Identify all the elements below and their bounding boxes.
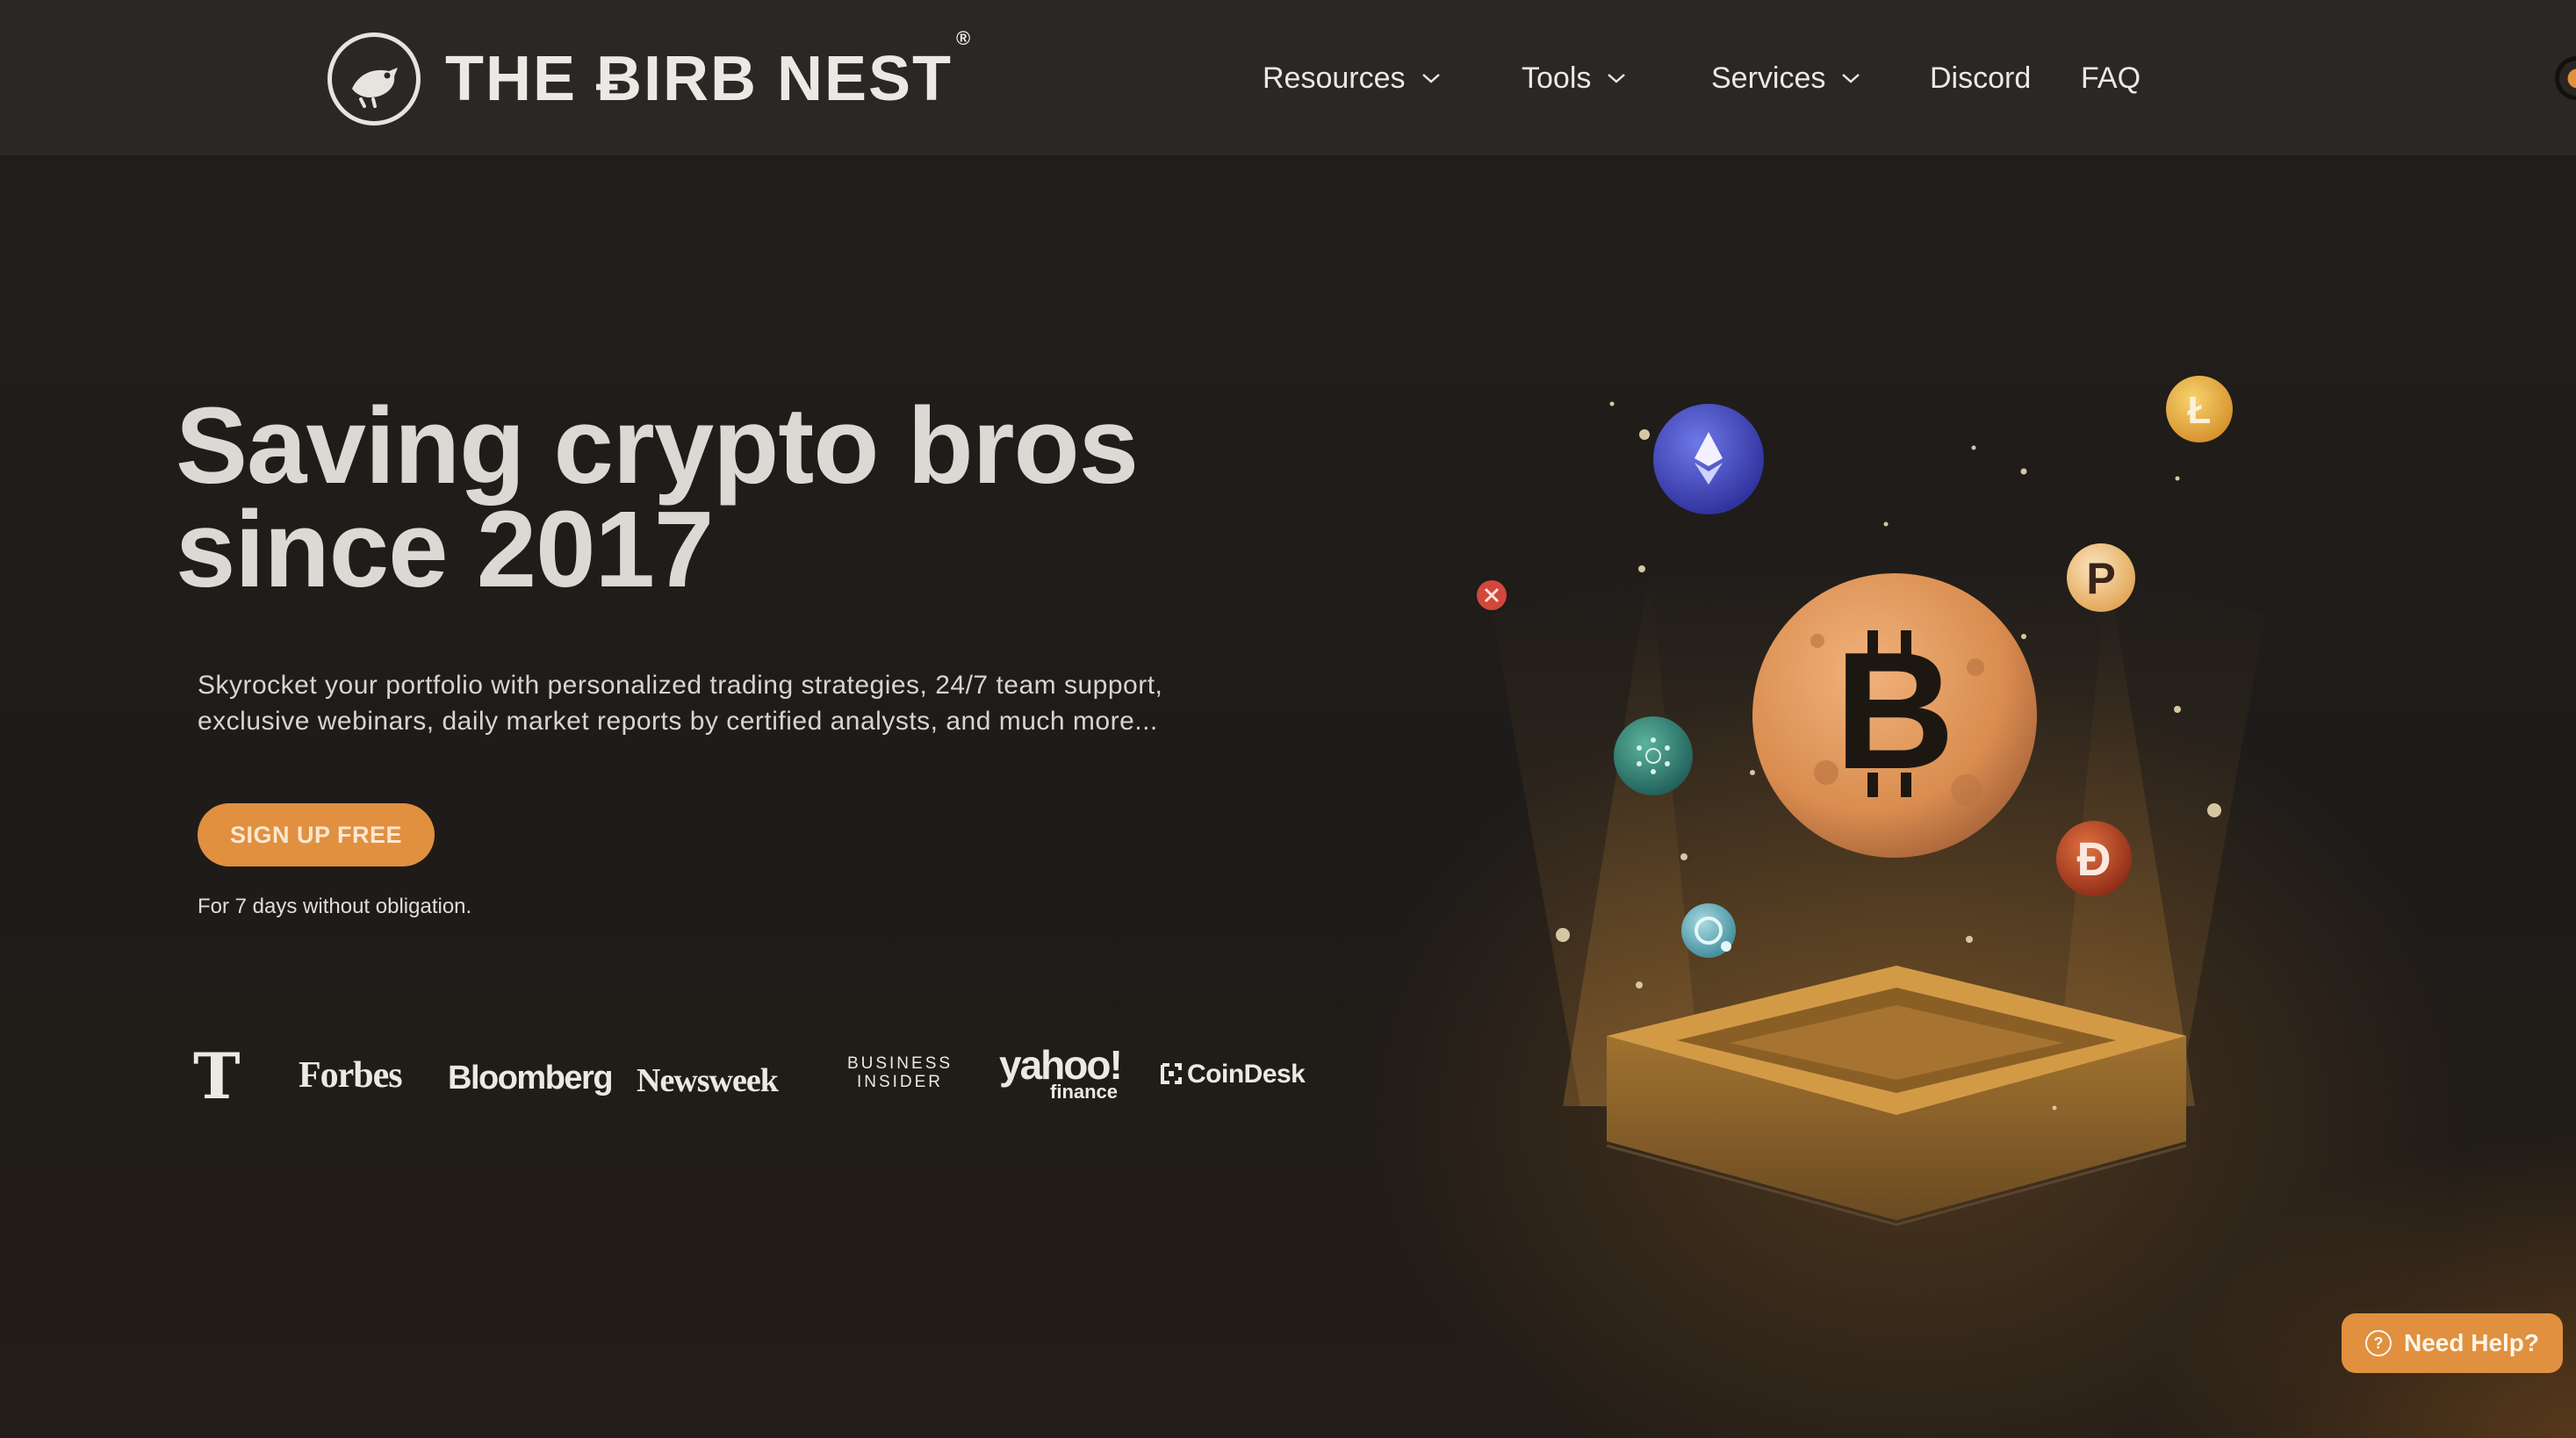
need-help-label: Need Help? xyxy=(2403,1329,2540,1356)
chevron-down-icon xyxy=(1421,74,1440,83)
nyt-logo: T xyxy=(193,1039,241,1113)
yahoo-finance-logo: yahoo! finance xyxy=(999,1045,1123,1103)
brand-name: THE ɃIRB NEST® xyxy=(445,27,973,114)
site-header: THE ɃIRB NEST® Resources Tools Services … xyxy=(0,0,2576,155)
litecoin-coin: Ł xyxy=(2166,376,2233,442)
bird-badge-icon xyxy=(327,32,421,126)
trial-note: For 7 days without obligation. xyxy=(198,895,472,918)
nav-resources[interactable]: Resources xyxy=(1263,61,1441,96)
sign-up-free-button[interactable]: SIGN UP FREE xyxy=(198,803,435,866)
bloomberg-logo: Bloomberg xyxy=(448,1060,614,1096)
nav-discord[interactable]: Discord xyxy=(1930,61,2031,96)
xrp-coin xyxy=(1477,580,1507,610)
chevron-down-icon xyxy=(1842,74,1860,83)
coindesk-logo: CoinDesk xyxy=(1159,1060,1306,1089)
teal-coin xyxy=(1681,903,1736,958)
nav-tools[interactable]: Tools xyxy=(1522,61,1626,96)
hero-title-line2: since 2017 xyxy=(176,490,714,610)
moon-icon xyxy=(2559,61,2576,96)
hero-subtitle-line2: exclusive webinars, daily market reports… xyxy=(198,707,1158,736)
chevron-down-icon xyxy=(1608,74,1626,83)
dogecoin-symbol: Ð xyxy=(2077,833,2112,886)
bitcoin-coin: B xyxy=(1752,573,2037,858)
cardano-coin xyxy=(1614,716,1693,795)
dogecoin-coin: Ð xyxy=(2056,821,2132,896)
litecoin-symbol: Ł xyxy=(2188,389,2212,432)
hero-subtitle: Skyrocket your portfolio with personaliz… xyxy=(198,667,1251,739)
bitcoin-symbol: B xyxy=(1834,618,1954,804)
business-insider-logo: BUSINESS INSIDER xyxy=(838,1054,961,1091)
business-insider-line1: BUSINESS xyxy=(846,1054,953,1073)
ethereum-coin xyxy=(1653,404,1764,514)
hero-subtitle-line1: Skyrocket your portfolio with personaliz… xyxy=(198,671,1163,700)
coindesk-wordmark: CoinDesk xyxy=(1187,1060,1306,1089)
hero-title: Saving crypto bros since 2017 xyxy=(176,392,1317,604)
need-help-button[interactable]: ? Need Help? xyxy=(2342,1313,2563,1373)
business-insider-line2: INSIDER xyxy=(856,1073,944,1091)
polkadot-symbol: P xyxy=(2086,554,2115,603)
nav-services[interactable]: Services xyxy=(1711,61,1860,96)
forbes-logo: Forbes xyxy=(299,1055,403,1096)
hero-title-line1: Saving crypto bros xyxy=(176,386,1139,507)
yahoo-finance-sub: finance xyxy=(1050,1081,1119,1103)
coindesk-icon xyxy=(1161,1063,1182,1084)
nav-resources-label: Resources xyxy=(1263,61,1406,95)
nav-services-label: Services xyxy=(1711,61,1826,95)
help-question-icon: ? xyxy=(2364,1330,2392,1356)
polkadot-coin: P xyxy=(2067,543,2135,612)
nav-tools-label: Tools xyxy=(1522,61,1592,95)
newsweek-logo: Newsweek xyxy=(637,1062,779,1099)
registered-mark: ® xyxy=(956,27,973,49)
theme-toggle[interactable] xyxy=(2555,56,2576,100)
nav-faq[interactable]: FAQ xyxy=(2081,61,2141,96)
crypto-illustration: B Ł P Ð xyxy=(1477,376,2265,1226)
brand-logo[interactable]: THE ɃIRB NEST® xyxy=(327,27,973,126)
